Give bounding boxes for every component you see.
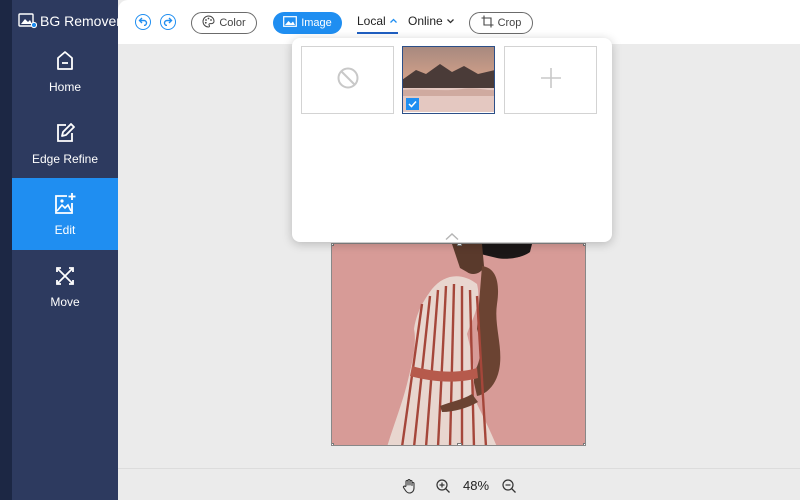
no-background-icon [336, 66, 360, 95]
sidebar-item-label: Edge Refine [31, 151, 99, 166]
sidebar-item-move[interactable]: Move [12, 250, 118, 322]
image-button[interactable]: Image [273, 12, 342, 34]
image-icon [283, 16, 298, 30]
tab-label: Local [357, 14, 386, 28]
window-edge [0, 0, 12, 500]
redo-button[interactable] [160, 14, 176, 30]
collapse-chevron-icon[interactable] [444, 228, 460, 246]
no-background-option[interactable] [301, 46, 394, 114]
image-button-label: Image [301, 17, 332, 29]
crop-button[interactable]: Crop [469, 12, 533, 34]
home-icon [53, 49, 77, 73]
crop-button-label: Crop [497, 17, 522, 29]
tab-online[interactable]: Online [408, 14, 455, 34]
sidebar-item-edit[interactable]: Edit [12, 178, 118, 250]
color-button[interactable]: Color [191, 12, 257, 34]
sidebar-item-label: Edit [54, 222, 76, 237]
sidebar-item-home[interactable]: Home [12, 35, 118, 107]
resize-handle[interactable] [457, 443, 462, 445]
zoom-level: 48% [463, 478, 490, 493]
plus-icon [540, 67, 562, 94]
hand-icon[interactable] [401, 478, 417, 494]
undo-icon [138, 13, 148, 31]
palette-icon [202, 15, 215, 31]
zoom-in-icon[interactable] [435, 478, 451, 494]
background-image-panel [292, 38, 612, 242]
resize-handle[interactable] [583, 244, 585, 246]
resize-handle[interactable] [332, 443, 334, 445]
logo-icon [18, 13, 37, 29]
sidebar-item-label: Home [48, 79, 81, 94]
resize-handle[interactable] [332, 244, 334, 246]
background-thumbnail-mountain[interactable] [402, 46, 495, 114]
checkmark-icon [406, 98, 419, 110]
crop-icon [481, 15, 494, 31]
chevron-up-icon [389, 14, 398, 28]
redo-icon [163, 13, 173, 31]
edit-pencil-icon [53, 121, 77, 145]
editor-main: Color Image Local Online Crop 48% [118, 0, 800, 500]
chevron-down-icon [446, 14, 455, 28]
app-title: BG Remover [40, 13, 121, 29]
sidebar-item-label: Move [50, 294, 80, 309]
tab-local[interactable]: Local [357, 14, 398, 34]
edited-photo[interactable] [331, 243, 586, 446]
color-button-label: Color [219, 17, 246, 29]
zoom-out-icon[interactable] [501, 478, 517, 494]
move-arrows-icon [53, 264, 77, 288]
add-background-option[interactable] [504, 46, 597, 114]
tab-label: Online [408, 14, 443, 28]
image-add-icon [53, 192, 77, 216]
zoom-bar: 48% [118, 468, 800, 500]
resize-handle[interactable] [583, 443, 585, 445]
sidebar-item-edge-refine[interactable]: Edge Refine [12, 107, 118, 179]
undo-button[interactable] [135, 14, 151, 30]
